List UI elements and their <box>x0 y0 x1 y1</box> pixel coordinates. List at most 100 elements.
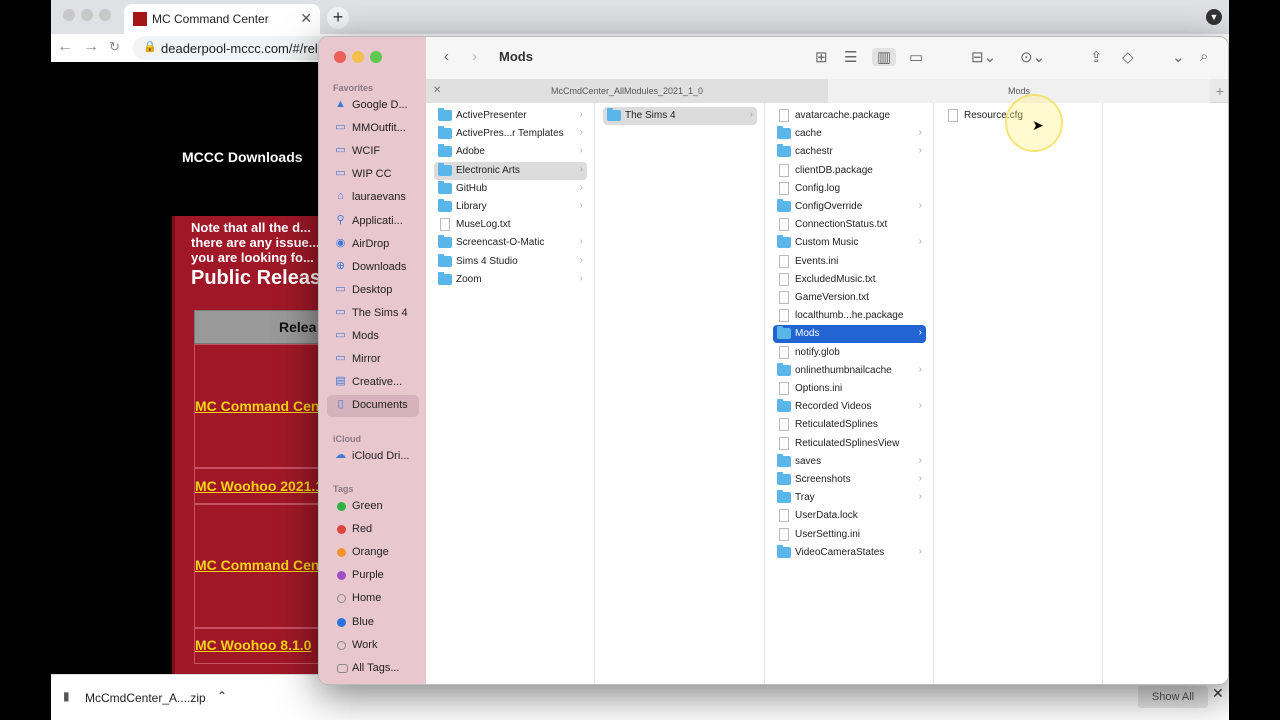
folder-item[interactable]: VideoCameraStates › <box>773 544 926 562</box>
folder-item[interactable]: Sims 4 Studio › <box>434 253 587 271</box>
minimize-window-button[interactable] <box>352 51 364 63</box>
sidebar-item-label: The Sims 4 <box>352 306 408 319</box>
sidebar-item[interactable]: ▭ Mods <box>327 326 419 348</box>
download-item[interactable]: ▮ McCmdCenter_A....zip ⌃ <box>59 683 231 713</box>
sidebar-item[interactable]: ▤ Creative... <box>327 372 419 394</box>
sidebar-item[interactable]: Blue <box>327 612 419 634</box>
tab-close-icon[interactable]: ✕ <box>300 10 312 27</box>
zoom-window-button[interactable] <box>99 9 111 21</box>
sidebar-item[interactable]: Orange <box>327 542 419 564</box>
sidebar-item[interactable]: ▭ The Sims 4 <box>327 303 419 325</box>
download-link[interactable]: MC Woohoo 8.1.0 <box>195 637 311 653</box>
folder-item[interactable]: Recorded Videos › <box>773 398 926 416</box>
forward-icon[interactable]: → <box>83 38 99 56</box>
sidebar-item[interactable]: ▭ Desktop <box>327 280 419 302</box>
file-item[interactable]: notify.glob <box>773 344 926 362</box>
chevron-right-icon: › <box>579 200 583 211</box>
folder-item[interactable]: Adobe › <box>434 143 587 161</box>
sidebar-item[interactable]: ▭ WCIF <box>327 141 419 163</box>
profile-icon[interactable]: ▼ <box>1206 9 1222 25</box>
folder-item[interactable]: Zoom › <box>434 271 587 289</box>
sidebar-item[interactable]: ▯ Documents <box>327 395 419 418</box>
folder-item[interactable]: Screenshots › <box>773 471 926 489</box>
sidebar-item[interactable]: Red <box>327 519 419 541</box>
file-item[interactable]: Options.ini <box>773 380 926 398</box>
folder-item[interactable]: Custom Music › <box>773 234 926 252</box>
close-window-button[interactable] <box>334 51 346 63</box>
file-item[interactable]: GameVersion.txt <box>773 289 926 307</box>
new-tab-button[interactable]: + <box>327 7 349 29</box>
folder-item[interactable]: cachestr › <box>773 143 926 161</box>
zoom-window-button[interactable] <box>370 51 382 63</box>
folder-item[interactable]: ActivePresenter › <box>434 107 587 125</box>
sidebar-item[interactable]: ▭ Mirror <box>327 349 419 371</box>
folder-item[interactable]: GitHub › <box>434 180 587 198</box>
group-icon[interactable]: ⊟⌄ <box>971 48 996 66</box>
add-tab-icon[interactable]: + <box>1216 79 1224 103</box>
gallery-view-icon[interactable]: ▭ <box>909 48 923 66</box>
sidebar-item[interactable]: ⊕ Downloads <box>327 257 419 279</box>
folder-item[interactable]: ConfigOverride › <box>773 198 926 216</box>
file-item[interactable]: MuseLog.txt <box>434 216 587 234</box>
sidebar-item[interactable]: Purple <box>327 565 419 587</box>
search-icon[interactable]: ⌕ <box>1200 48 1208 65</box>
sidebar-item[interactable]: ▲ Google D... <box>327 95 419 117</box>
file-item[interactable]: UserSetting.ini <box>773 526 926 544</box>
file-item[interactable]: ConnectionStatus.txt <box>773 216 926 234</box>
file-item[interactable]: ReticulatedSplinesView <box>773 435 926 453</box>
browser-tab[interactable]: MC Command Center ✕ <box>124 4 320 34</box>
action-icon[interactable]: ⊙⌄ <box>1020 48 1045 66</box>
chevron-down-icon[interactable]: ⌄ <box>1172 48 1185 66</box>
share-icon[interactable]: ⇪ <box>1090 48 1103 66</box>
folder-item[interactable]: saves › <box>773 453 926 471</box>
folder-item[interactable]: Library › <box>434 198 587 216</box>
chevron-up-icon[interactable]: ⌃ <box>217 689 227 703</box>
close-icon[interactable]: ✕ <box>1212 685 1224 702</box>
file-item[interactable]: UserData.lock <box>773 507 926 525</box>
folder-item[interactable]: ActivePres...r Templates › <box>434 125 587 143</box>
tag-icon[interactable]: ◇ <box>1122 48 1134 66</box>
folder-item[interactable]: Screencast-O-Matic › <box>434 234 587 252</box>
sidebar-item[interactable]: ☁ iCloud Dri... <box>327 446 419 468</box>
sidebar-item[interactable]: ⌂ lauraevans <box>327 187 419 209</box>
back-icon[interactable]: ‹ <box>444 48 449 65</box>
download-link[interactable]: MC Woohoo 2021.1 <box>195 478 323 494</box>
sidebar-item[interactable]: ▭ WIP CC <box>327 164 419 186</box>
folder-item[interactable]: Tray › <box>773 489 926 507</box>
sidebar-item[interactable]: Green <box>327 496 419 518</box>
show-all-button[interactable]: Show All <box>1138 686 1208 708</box>
sidebar-item[interactable]: Work <box>327 635 419 657</box>
file-item[interactable]: ReticulatedSplines <box>773 416 926 434</box>
path-tab[interactable]: McCmdCenter_AllModules_2021_1_0 <box>426 79 828 103</box>
folder-item[interactable]: Mods › <box>773 325 926 344</box>
sidebar-item[interactable]: ⚲ Applicati... <box>327 211 419 233</box>
forward-icon[interactable]: › <box>472 48 477 65</box>
file-item[interactable]: clientDB.package <box>773 162 926 180</box>
file-item[interactable]: ExcludedMusic.txt <box>773 271 926 289</box>
file-item[interactable]: avatarcache.package <box>773 107 926 125</box>
close-window-button[interactable] <box>63 9 75 21</box>
download-link[interactable]: MC Command Cen <box>195 557 319 573</box>
file-item[interactable]: Config.log <box>773 180 926 198</box>
column-view-icon[interactable]: ▥ <box>872 48 897 66</box>
icon-view-icon[interactable]: ⊞ <box>815 48 828 66</box>
sidebar-item[interactable]: ◉ AirDrop <box>327 234 419 256</box>
minimize-window-button[interactable] <box>81 9 93 21</box>
folder-item[interactable]: cache › <box>773 125 926 143</box>
folder-item[interactable]: onlinethumbnailcache › <box>773 362 926 380</box>
back-icon[interactable]: ← <box>57 38 73 56</box>
folder-item[interactable]: The Sims 4 › <box>603 107 757 125</box>
file-item[interactable]: Events.ini <box>773 253 926 271</box>
sidebar-item[interactable]: ▭ MMOutfit... <box>327 118 419 140</box>
finder-column: ActivePresenter › ActivePres...r Templates… <box>426 103 595 684</box>
download-link[interactable]: MC Command Cen <box>195 398 319 414</box>
reload-icon[interactable]: ↻ <box>109 39 120 55</box>
list-view-icon[interactable]: ☰ <box>844 48 857 66</box>
sidebar-item[interactable]: Home <box>327 588 419 610</box>
folder-icon <box>438 271 452 285</box>
sidebar-item-label: Work <box>352 638 378 651</box>
folder-item[interactable]: Electronic Arts › <box>434 161 587 180</box>
close-tab-icon[interactable]: ✕ <box>433 79 441 103</box>
file-item[interactable]: localthumb...he.package <box>773 307 926 325</box>
sidebar-item[interactable]: All Tags... <box>327 658 419 680</box>
